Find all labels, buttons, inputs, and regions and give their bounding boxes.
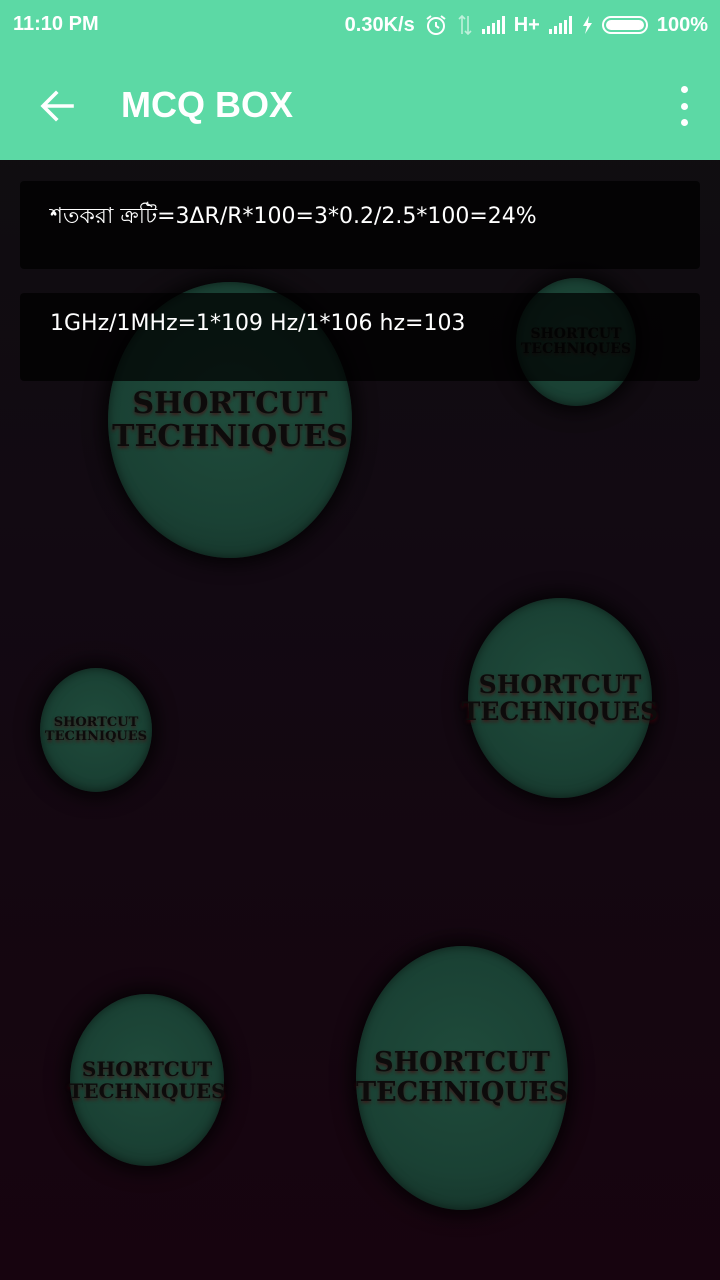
charging-icon [582, 16, 592, 34]
bubble-logo-mid-left: SHORTCUT TECHNIQUES [40, 668, 152, 792]
bubble-logo-mid-right: SHORTCUT TECHNIQUES [462, 598, 658, 798]
status-bar: 11:10 PM 0.30K/s H+ 100% [0, 0, 720, 50]
network-type: H+ [513, 13, 540, 36]
bubble-logo-bottom-right: SHORTCUT TECHNIQUES [356, 946, 568, 1210]
battery-percent: 100% [656, 13, 708, 36]
answer-card: শতকরা ক্রটি=3ΔR/R*100=3*0.2/2.5*100=24% [20, 181, 700, 269]
answer-text: 1GHz/1MHz=1*109 Hz/1*106 hz=103 [50, 311, 466, 336]
battery-fill [605, 20, 644, 30]
network-speed: 0.30K/s [344, 13, 415, 36]
signal-icon-2 [548, 16, 572, 34]
app-bar: MCQ BOX [0, 50, 720, 160]
status-time: 11:10 PM [13, 13, 99, 35]
bubble-logo-bottom-left: SHORTCUT TECHNIQUES [68, 994, 226, 1166]
battery-icon [601, 16, 648, 34]
answer-card: 1GHz/1MHz=1*109 Hz/1*106 hz=103 [20, 293, 700, 381]
answer-text: শতকরা ক্রটি=3ΔR/R*100=3*0.2/2.5*100=24% [50, 204, 537, 229]
overflow-menu-icon[interactable] [676, 86, 692, 126]
page-title: MCQ BOX [121, 84, 294, 125]
alarm-icon [426, 15, 446, 35]
data-transfer-icon [458, 14, 472, 36]
arrow-left-icon[interactable] [36, 84, 80, 128]
signal-icon [481, 16, 505, 34]
status-icons: 0.30K/s H+ 100% [345, 13, 708, 37]
